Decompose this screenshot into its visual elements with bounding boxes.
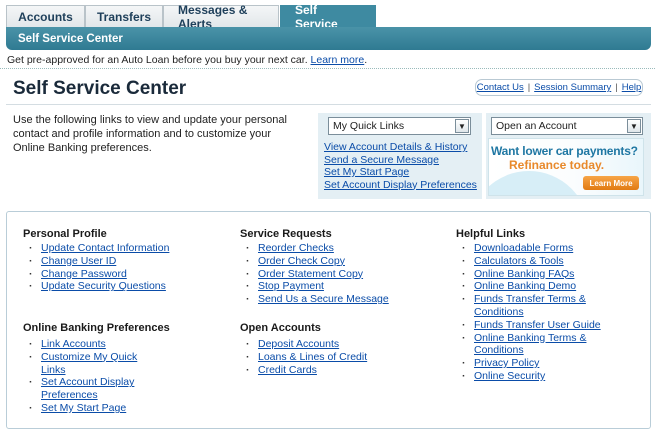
open-accounts-list: Deposit Accounts Loans & Lines of Credit… bbox=[240, 338, 440, 376]
utility-separator: | bbox=[615, 82, 618, 93]
link-stop-payment[interactable]: Stop Payment bbox=[258, 280, 324, 292]
link-send-secure-message[interactable]: Send Us a Secure Message bbox=[258, 293, 389, 305]
link-customize-quick-links[interactable]: Customize My Quick Links bbox=[41, 351, 137, 376]
link-change-password[interactable]: Change Password bbox=[41, 268, 127, 280]
chevron-down-icon[interactable]: ▼ bbox=[455, 119, 469, 133]
link-loans-lines-of-credit[interactable]: Loans & Lines of Credit bbox=[258, 351, 367, 363]
service-requests-list: Reorder Checks Order Check Copy Order St… bbox=[240, 242, 440, 306]
personal-profile-list: Update Contact Information Change User I… bbox=[23, 242, 213, 293]
link-set-account-display-preferences[interactable]: Set Account Display Preferences bbox=[41, 376, 134, 401]
promo-divider bbox=[0, 68, 655, 69]
ad-learn-more-button[interactable]: Learn More bbox=[583, 176, 639, 190]
utility-separator: | bbox=[527, 82, 531, 93]
link-calculators-tools[interactable]: Calculators & Tools bbox=[474, 255, 564, 267]
link-reorder-checks[interactable]: Reorder Checks bbox=[258, 242, 334, 254]
refinance-ad[interactable]: Want lower car payments? Refinance today… bbox=[488, 138, 644, 196]
open-account-panel: Open an Account ▼ Want lower car payment… bbox=[486, 113, 651, 199]
tab-self-service[interactable]: Self Service bbox=[280, 3, 376, 31]
quick-links-select[interactable]: My Quick Links ▼ bbox=[328, 117, 471, 135]
link-funds-transfer-terms[interactable]: Funds Transfer Terms & Conditions bbox=[474, 293, 586, 318]
open-account-select-value: Open an Account bbox=[496, 120, 577, 132]
quick-links-panel: My Quick Links ▼ View Account Details & … bbox=[318, 113, 482, 199]
link-update-security-questions[interactable]: Update Security Questions bbox=[41, 280, 166, 292]
section-title-helpful-links: Helpful Links bbox=[456, 228, 526, 240]
link-order-check-copy[interactable]: Order Check Copy bbox=[258, 255, 345, 267]
link-downloadable-forms[interactable]: Downloadable Forms bbox=[474, 242, 573, 254]
intro-text: Use the following links to view and upda… bbox=[13, 114, 287, 154]
subnav-self-service-center[interactable]: Self Service Center bbox=[18, 33, 123, 45]
promo-learn-more-link[interactable]: Learn more bbox=[311, 54, 365, 66]
main-tabs: Accounts Transfers Messages & Alerts Sel… bbox=[6, 3, 376, 31]
link-funds-transfer-user-guide[interactable]: Funds Transfer User Guide bbox=[474, 319, 601, 331]
link-order-statement-copy[interactable]: Order Statement Copy bbox=[258, 268, 363, 280]
section-title-personal-profile: Personal Profile bbox=[23, 228, 107, 240]
section-title-online-banking-preferences: Online Banking Preferences bbox=[23, 322, 170, 334]
help-link[interactable]: Help bbox=[622, 82, 642, 93]
contact-us-link[interactable]: Contact Us bbox=[477, 82, 524, 93]
link-link-accounts[interactable]: Link Accounts bbox=[41, 338, 106, 350]
quick-link-send-secure-message[interactable]: Send a Secure Message bbox=[324, 154, 439, 166]
section-title-open-accounts: Open Accounts bbox=[240, 322, 321, 334]
ad-headline: Want lower car payments? bbox=[491, 144, 638, 158]
title-divider bbox=[6, 104, 651, 105]
chevron-down-icon[interactable]: ▼ bbox=[627, 119, 641, 133]
quick-links-list: View Account Details & History Send a Se… bbox=[324, 141, 477, 191]
helpful-links-list: Downloadable Forms Calculators & Tools O… bbox=[456, 242, 606, 383]
online-banking-preferences-list: Link Accounts Customize My Quick Links S… bbox=[23, 338, 153, 415]
link-deposit-accounts[interactable]: Deposit Accounts bbox=[258, 338, 339, 350]
section-title-service-requests: Service Requests bbox=[240, 228, 332, 240]
quick-link-set-start-page[interactable]: Set My Start Page bbox=[324, 166, 409, 178]
promo-banner: Get pre-approved for an Auto Loan before… bbox=[7, 54, 367, 66]
promo-text: Get pre-approved for an Auto Loan before… bbox=[7, 54, 308, 66]
link-online-banking-terms[interactable]: Online Banking Terms & Conditions bbox=[474, 332, 586, 357]
open-account-select[interactable]: Open an Account ▼ bbox=[491, 117, 643, 135]
link-change-user-id[interactable]: Change User ID bbox=[41, 255, 116, 267]
link-privacy-policy[interactable]: Privacy Policy bbox=[474, 357, 539, 369]
link-online-security[interactable]: Online Security bbox=[474, 370, 545, 382]
page-title: Self Service Center bbox=[13, 78, 187, 99]
link-set-start-page[interactable]: Set My Start Page bbox=[41, 402, 126, 414]
quick-links-select-value: My Quick Links bbox=[333, 120, 405, 132]
session-summary-link[interactable]: Session Summary bbox=[534, 82, 611, 93]
quick-link-set-display-preferences[interactable]: Set Account Display Preferences bbox=[324, 179, 477, 191]
subnav-bar: Self Service Center bbox=[6, 27, 651, 50]
utility-links: Contact Us | Session Summary | Help bbox=[475, 79, 643, 96]
ad-decoration bbox=[489, 171, 589, 195]
link-update-contact-info[interactable]: Update Contact Information bbox=[41, 242, 169, 254]
link-online-banking-demo[interactable]: Online Banking Demo bbox=[474, 280, 576, 292]
promo-end: . bbox=[364, 54, 368, 66]
ad-subheadline: Refinance today. bbox=[509, 158, 605, 172]
quick-link-view-account-details[interactable]: View Account Details & History bbox=[324, 141, 467, 153]
tab-transfers[interactable]: Transfers bbox=[85, 5, 163, 27]
link-online-banking-faqs[interactable]: Online Banking FAQs bbox=[474, 268, 574, 280]
link-credit-cards[interactable]: Credit Cards bbox=[258, 364, 317, 376]
tab-accounts[interactable]: Accounts bbox=[6, 5, 85, 27]
tab-messages-alerts[interactable]: Messages & Alerts bbox=[163, 3, 279, 31]
